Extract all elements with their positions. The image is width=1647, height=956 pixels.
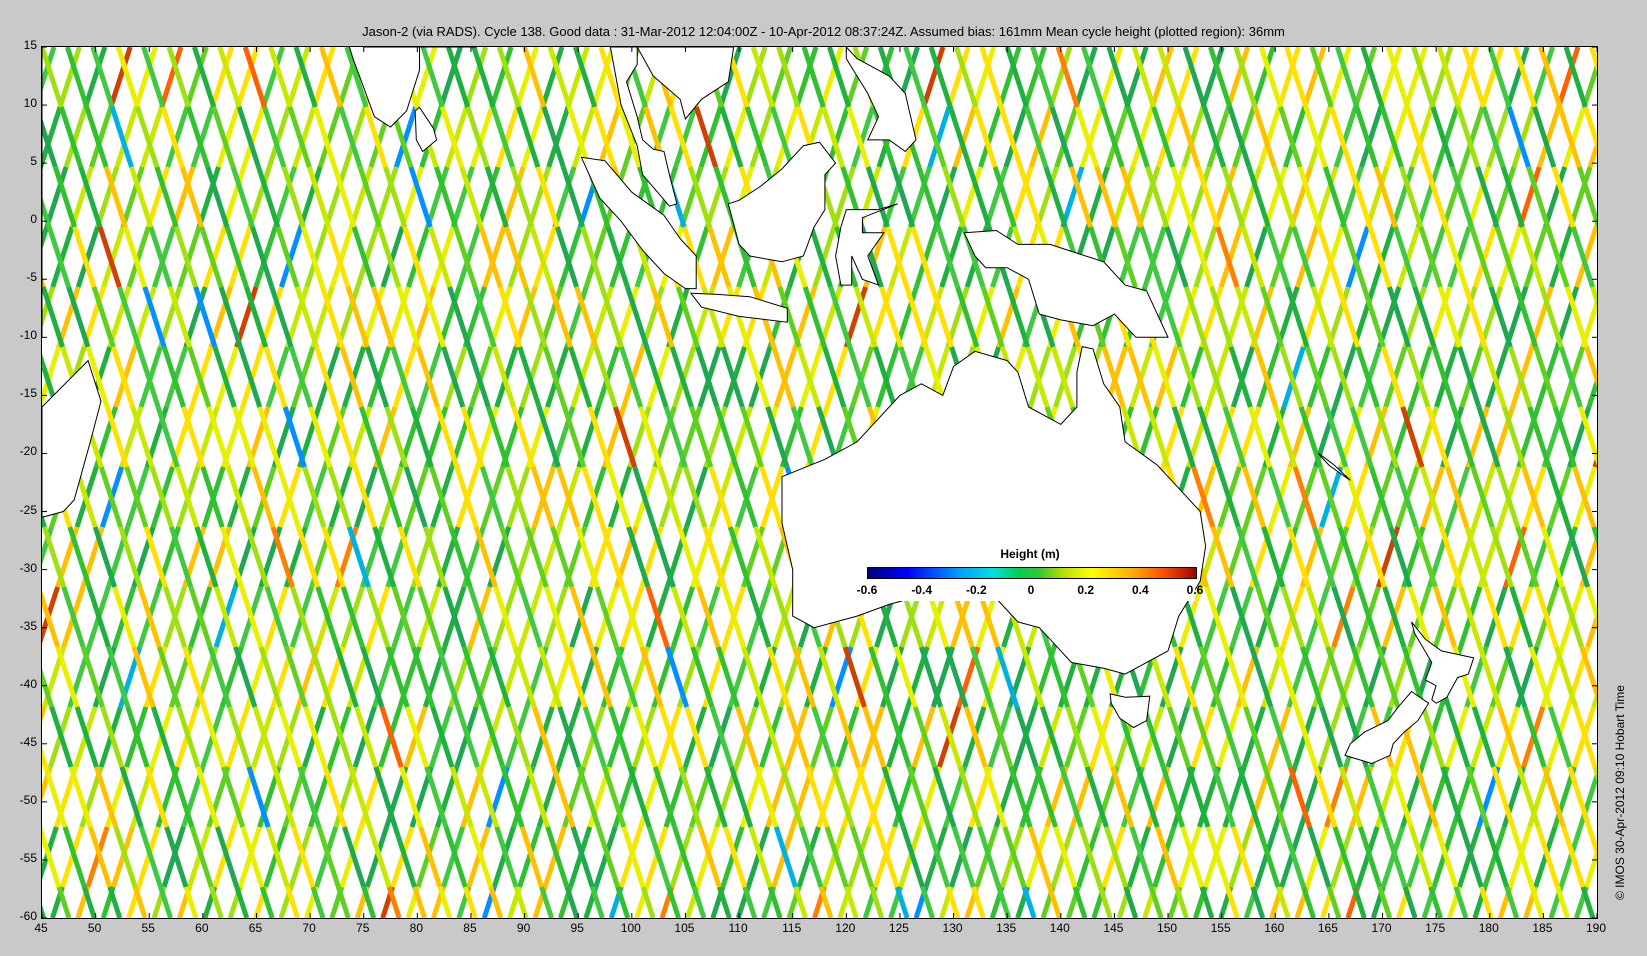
land-tasmania xyxy=(1109,693,1151,729)
x-tick-label: 180 xyxy=(1478,921,1499,935)
x-tick-label: 45 xyxy=(34,921,48,935)
colorbar-tick-label: 0.4 xyxy=(1131,583,1149,597)
y-tick-label: -25 xyxy=(19,502,37,517)
x-tick-label: 150 xyxy=(1157,921,1178,935)
y-tick-label: 0 xyxy=(30,212,37,227)
land-nz-south xyxy=(1344,690,1430,765)
land-borneo xyxy=(727,141,837,263)
x-tick-label: 105 xyxy=(674,921,695,935)
land-sumatra xyxy=(580,156,697,290)
y-tick-label: -35 xyxy=(19,618,37,633)
land-coastlines xyxy=(42,47,1597,918)
x-tick-label: 110 xyxy=(728,921,748,935)
x-tick-label: 160 xyxy=(1264,921,1285,935)
x-tick-label: 85 xyxy=(463,921,477,935)
y-tick-label: 15 xyxy=(23,38,37,52)
land-sulawesi xyxy=(835,203,898,286)
colorbar-gradient xyxy=(867,567,1197,579)
x-tick-label: 165 xyxy=(1317,921,1338,935)
y-tick-label: -10 xyxy=(19,328,37,343)
land-indochina xyxy=(636,47,735,121)
land-new-guinea xyxy=(963,229,1169,338)
x-tick-label: 140 xyxy=(1049,921,1070,935)
colorbar-tick-label: -0.2 xyxy=(965,583,987,597)
x-tick-label: 50 xyxy=(87,921,102,935)
x-tick-label: 135 xyxy=(996,921,1017,935)
x-tick-label: 75 xyxy=(356,921,370,935)
x-tick-label: 95 xyxy=(570,921,584,935)
land-australia xyxy=(781,346,1207,675)
y-tick-label: -55 xyxy=(19,850,37,865)
colorbar-tick-label: -0.6 xyxy=(856,583,878,597)
x-tick-label: 155 xyxy=(1210,921,1231,935)
x-tick-label: 55 xyxy=(141,921,155,935)
y-tick-label: -50 xyxy=(19,792,37,807)
credit-text: © IMOS 30-Apr-2012 09:10 Hobart Time xyxy=(1613,685,1627,900)
land-india xyxy=(348,47,478,128)
y-tick-label: -45 xyxy=(19,734,37,749)
x-tick-label: 130 xyxy=(942,921,963,935)
x-tick-label: 100 xyxy=(620,921,641,935)
map-title: Jason-2 (via RADS). Cycle 138. Good data… xyxy=(362,24,1285,39)
land-java xyxy=(689,292,788,323)
y-tick-label: 5 xyxy=(30,154,37,169)
x-tick-label: 65 xyxy=(248,921,263,935)
x-tick-label: 120 xyxy=(835,921,856,935)
x-tick-label: 145 xyxy=(1103,921,1124,935)
land-nz-north xyxy=(1411,621,1475,704)
x-tick-label: 80 xyxy=(409,921,424,935)
map-plot-area: Height (m) -0.6 -0.4 -0.2 0 0.2 0.4 0.6 xyxy=(41,46,1598,919)
colorbar-tick-label: -0.4 xyxy=(911,583,932,597)
land-philippines xyxy=(845,47,917,153)
x-tick-label: 185 xyxy=(1532,921,1553,935)
x-tick-label: 90 xyxy=(516,921,531,935)
y-tick-label: -30 xyxy=(19,560,37,575)
y-tick-label: -40 xyxy=(19,676,37,691)
colorbar-tick-label: 0.6 xyxy=(1186,583,1204,597)
y-tick-label: -20 xyxy=(19,444,37,459)
x-tick-label: 60 xyxy=(195,921,209,935)
y-tick-label: -15 xyxy=(19,386,37,401)
x-tick-label: 190 xyxy=(1585,921,1607,935)
colorbar-title: Height (m) xyxy=(1000,547,1060,561)
x-tick-label: 70 xyxy=(302,921,316,935)
x-tick-label: 175 xyxy=(1425,921,1446,935)
y-tick-label: -5 xyxy=(26,270,37,285)
land-new-caledonia xyxy=(1317,453,1351,481)
colorbar-tick-label: 0 xyxy=(1027,583,1035,597)
x-tick-label: 125 xyxy=(888,921,909,935)
land-sri-lanka xyxy=(414,106,438,153)
x-tick-label: 115 xyxy=(782,921,802,935)
colorbar: Height (m) -0.6 -0.4 -0.2 0 0.2 0.4 0.6 xyxy=(857,545,1203,601)
colorbar-tick-label: 0.2 xyxy=(1077,583,1094,597)
land-madagascar xyxy=(42,359,102,518)
x-tick-label: 170 xyxy=(1371,921,1392,935)
y-tick-label: 10 xyxy=(23,96,37,111)
